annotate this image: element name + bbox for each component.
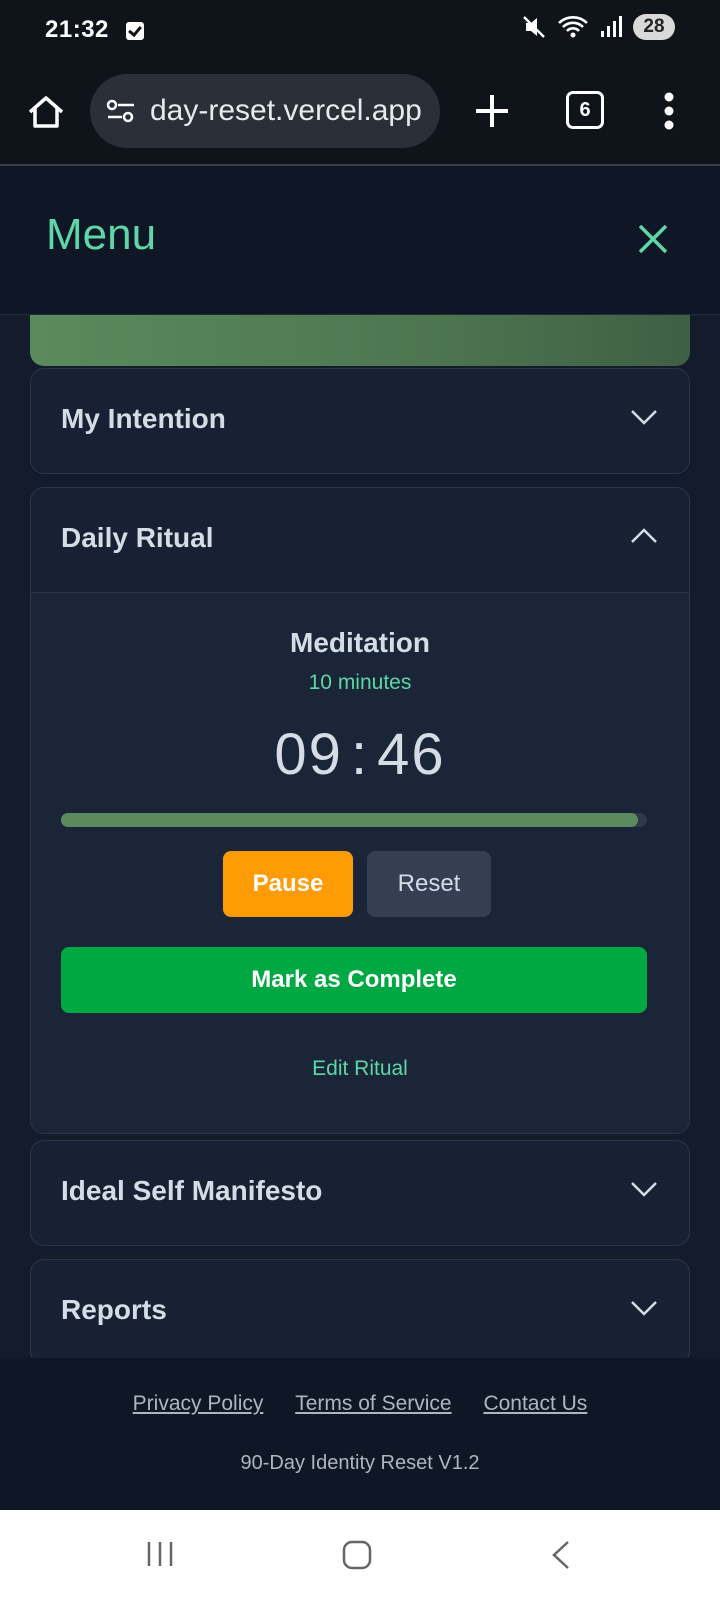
chevron-down-icon[interactable] [629,407,659,427]
back-icon[interactable] [548,1540,572,1570]
timer-seconds: 46 [377,722,446,787]
section-title: Ideal Self Manifesto [61,1175,323,1206]
menu-header: Menu [0,166,720,315]
app-version: 90-Day Identity Reset V1.2 [240,1452,480,1474]
timer-progress-fill [61,813,638,827]
timer-separator: : [350,722,370,787]
status-icons: 28 [521,14,675,40]
home-icon[interactable] [24,90,68,134]
section-header[interactable]: Reports [31,1260,689,1358]
contact-us-link[interactable]: Contact Us [483,1392,587,1415]
mark-complete-button[interactable]: Mark as Complete [61,947,647,1013]
tab-switcher-button[interactable]: 6 [566,91,604,129]
chevron-up-icon[interactable] [629,526,659,546]
section-title: Reports [61,1294,167,1325]
privacy-policy-link[interactable]: Privacy Policy [133,1392,264,1415]
home-nav-icon[interactable] [342,1540,372,1570]
section-title: Daily Ritual [61,522,214,553]
chevron-down-icon[interactable] [629,1179,659,1199]
section-header[interactable]: My Intention [31,369,689,473]
close-icon[interactable] [636,222,670,256]
menu-content[interactable]: My Intention Daily Ritual Meditation 10 … [0,314,720,1358]
browser-toolbar: day-reset.vercel.app 6 [0,62,720,166]
mute-icon [523,16,545,38]
section-daily-ritual[interactable]: Daily Ritual Meditation 10 minutes 09:46… [30,487,690,1134]
status-time: 21:32 [45,16,109,43]
timer-minutes: 09 [274,722,343,787]
progress-banner [30,314,690,366]
footer-links: Privacy Policy Terms of Service Contact … [0,1392,720,1416]
chevron-down-icon[interactable] [629,1298,659,1318]
ritual-duration: 10 minutes [308,671,412,694]
new-tab-icon[interactable] [470,89,514,133]
section-my-intention[interactable]: My Intention [30,368,690,474]
timer-display: 09:46 [31,721,689,788]
signal-icon [601,16,622,37]
section-title: My Intention [61,403,226,434]
ritual-name: Meditation [290,627,430,658]
section-ideal-self-manifesto[interactable]: Ideal Self Manifesto [30,1140,690,1246]
footer: Privacy Policy Terms of Service Contact … [0,1358,720,1510]
terms-of-service-link[interactable]: Terms of Service [295,1392,451,1415]
section-header[interactable]: Daily Ritual [31,488,689,592]
check-notification-icon [126,22,144,40]
pause-button[interactable]: Pause [223,851,353,917]
recent-apps-icon[interactable] [146,1540,174,1568]
edit-ritual-link[interactable]: Edit Ritual [31,1057,689,1081]
wifi-icon [558,16,588,38]
section-reports[interactable]: Reports [30,1259,690,1358]
ritual-panel: Meditation 10 minutes 09:46 Pause Reset … [31,592,689,1133]
timer-progress-bar [61,813,647,827]
system-nav-bar [0,1510,720,1600]
reset-button[interactable]: Reset [367,851,491,917]
status-bar: 21:32 28 [0,0,720,62]
url-text[interactable]: day-reset.vercel.app [150,94,430,128]
more-options-icon[interactable] [664,92,674,130]
section-header[interactable]: Ideal Self Manifesto [31,1141,689,1245]
page-title: Menu [46,210,157,259]
battery-badge: 28 [633,14,675,40]
site-settings-icon[interactable] [106,98,136,124]
address-bar[interactable]: day-reset.vercel.app [90,74,440,148]
